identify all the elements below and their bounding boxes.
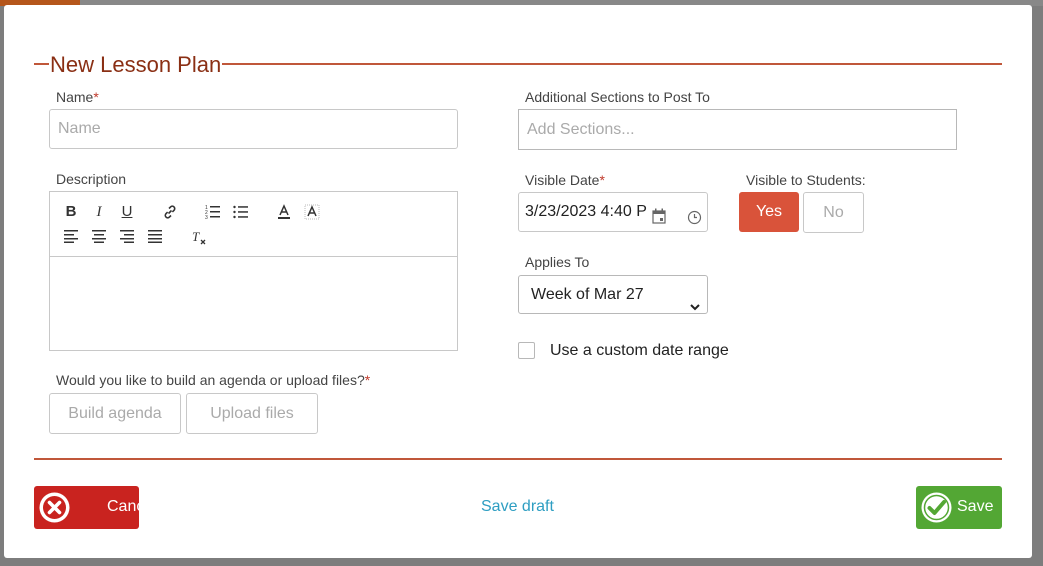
lesson-plan-modal: New Lesson Plan Name* Name Description B…: [4, 5, 1032, 558]
applies-to-label: Applies To: [525, 254, 590, 270]
italic-icon[interactable]: I: [89, 203, 109, 221]
svg-text:T: T: [192, 229, 200, 244]
sections-label: Additional Sections to Post To: [525, 89, 710, 105]
save-draft-link[interactable]: Save draft: [481, 498, 554, 516]
cancel-button[interactable]: Cancel: [34, 486, 157, 529]
align-right-icon[interactable]: [117, 228, 137, 246]
custom-range-label[interactable]: Use a custom date range: [550, 342, 729, 360]
build-agenda-button[interactable]: Build agenda: [49, 393, 181, 434]
cancel-label: Cancel: [107, 498, 157, 515]
custom-range-checkbox[interactable]: [518, 342, 535, 359]
agenda-question: Would you like to build an agenda or upl…: [56, 372, 371, 388]
clear-format-icon[interactable]: T: [189, 228, 209, 246]
applies-to-value: Week of Mar 27: [531, 286, 644, 303]
save-button[interactable]: Save: [916, 486, 1002, 529]
save-label: Save: [957, 498, 994, 515]
required-mark: *: [364, 372, 371, 388]
modal-title: New Lesson Plan: [49, 52, 223, 78]
description-label: Description: [56, 171, 127, 187]
ordered-list-icon[interactable]: 123: [203, 203, 223, 221]
title-rule-left: [34, 63, 49, 65]
calendar-icon[interactable]: [652, 201, 666, 239]
chevron-down-icon: [689, 289, 701, 326]
required-mark: *: [599, 172, 605, 188]
visible-students-label: Visible to Students:: [746, 172, 866, 188]
editor-toolbar: B I U 123 T: [50, 192, 457, 257]
align-center-icon[interactable]: [89, 228, 109, 246]
visible-no-button[interactable]: No: [803, 192, 864, 233]
text-color-icon[interactable]: [274, 203, 294, 221]
applies-to-select[interactable]: Week of Mar 27: [518, 275, 708, 314]
visible-date-input[interactable]: 3/23/2023 4:40 P: [518, 192, 708, 232]
close-circle-icon: [38, 491, 71, 529]
visible-yes-button[interactable]: Yes: [739, 192, 799, 232]
upload-files-button[interactable]: Upload files: [186, 393, 318, 434]
name-label: Name*: [56, 89, 99, 105]
bullet-list-icon[interactable]: [231, 203, 251, 221]
required-mark: *: [93, 89, 99, 105]
check-circle-icon: [920, 491, 953, 529]
align-justify-icon[interactable]: [145, 228, 165, 246]
sections-input[interactable]: Add Sections...: [518, 109, 957, 150]
highlight-icon[interactable]: [302, 203, 322, 221]
link-icon[interactable]: [160, 203, 180, 221]
clock-icon[interactable]: [687, 202, 702, 240]
visible-date-label: Visible Date*: [525, 172, 605, 188]
title-rule-right: [220, 63, 1002, 65]
footer-divider: [34, 458, 1002, 460]
description-editor: B I U 123 T: [49, 191, 458, 351]
underline-icon[interactable]: U: [117, 203, 137, 221]
visible-date-value: 3/23/2023 4:40 P: [525, 203, 647, 220]
name-input[interactable]: Name: [49, 109, 458, 149]
align-left-icon[interactable]: [61, 228, 81, 246]
svg-text:3: 3: [205, 215, 208, 220]
bold-icon[interactable]: B: [61, 203, 81, 221]
